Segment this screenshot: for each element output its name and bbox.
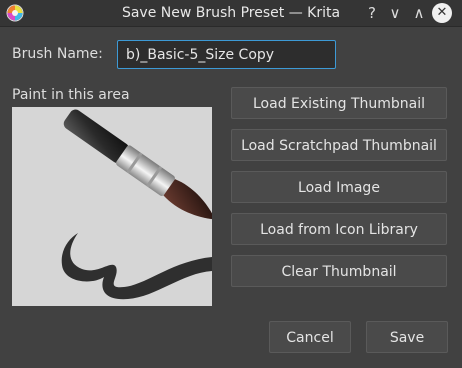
brush-name-input[interactable] [117, 40, 336, 69]
title-bar: Save New Brush Preset — Krita ? ∨ ∧ ✕ [0, 0, 462, 27]
save-brush-preset-dialog: Save New Brush Preset — Krita ? ∨ ∧ ✕ Br… [0, 0, 462, 368]
cancel-button[interactable]: Cancel [269, 321, 351, 353]
close-button[interactable]: ✕ [432, 3, 452, 23]
help-button[interactable]: ? [361, 2, 383, 24]
brush-thumbnail [61, 109, 212, 300]
save-button[interactable]: Save [366, 321, 448, 353]
brush-name-label: Brush Name: [12, 46, 103, 62]
load-image-button[interactable]: Load Image [231, 171, 447, 203]
maximize-button[interactable]: ∧ [408, 2, 430, 24]
minimize-button[interactable]: ∨ [384, 2, 406, 24]
load-scratchpad-thumbnail-button[interactable]: Load Scratchpad Thumbnail [231, 129, 447, 161]
clear-thumbnail-button[interactable]: Clear Thumbnail [231, 255, 447, 287]
load-from-icon-library-button[interactable]: Load from Icon Library [231, 213, 447, 245]
load-existing-thumbnail-button[interactable]: Load Existing Thumbnail [231, 87, 447, 119]
paint-area[interactable] [12, 107, 212, 306]
paint-area-label: Paint in this area [12, 87, 130, 103]
